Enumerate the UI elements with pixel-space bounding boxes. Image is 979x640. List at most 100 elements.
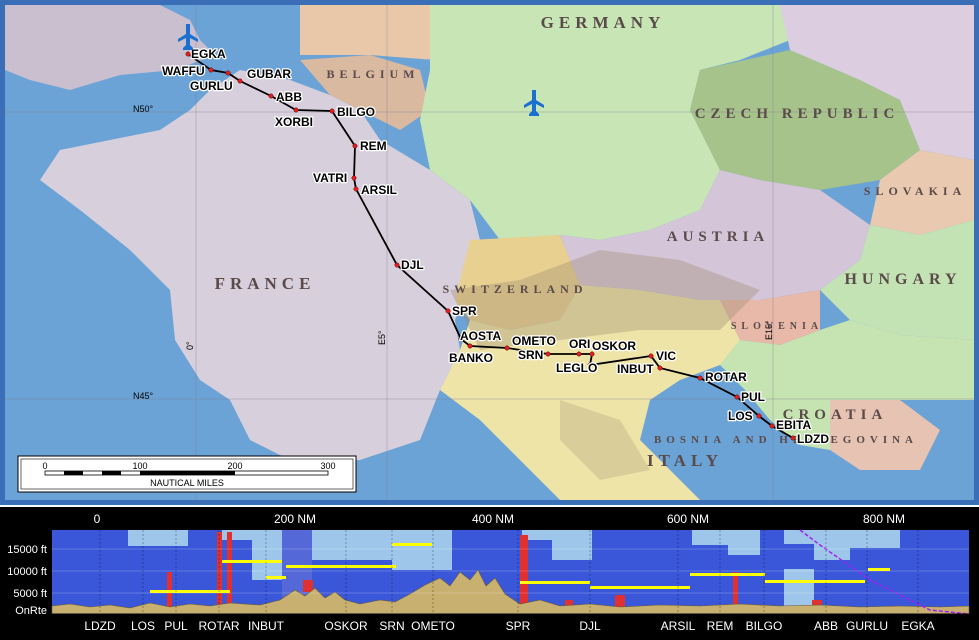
map-canvas[interactable]: N50°N45°0°E5° E15° GERMANYBELGIUMCZECH RE…: [5, 5, 974, 500]
country-label: FRANCE: [215, 274, 316, 293]
airport-icon[interactable]: [177, 24, 199, 50]
waypoint-label[interactable]: BANKO: [449, 351, 493, 365]
waypoint-marker[interactable]: [353, 186, 359, 192]
profile-waypoint-label[interactable]: LDZD: [84, 619, 116, 633]
altitude-tick-label: 15000 ft: [7, 544, 47, 556]
profile-waypoint-label[interactable]: EGKA: [901, 619, 934, 633]
distance-tick-label: 800 NM: [863, 512, 905, 526]
waypoint-marker[interactable]: [185, 51, 191, 57]
waypoint-label[interactable]: SPR: [452, 304, 477, 318]
altitude-tick-label: 10000 ft: [7, 566, 47, 578]
waypoint-marker[interactable]: [734, 394, 740, 400]
country-label: BOSNIA AND HERZEGOVINA: [654, 434, 918, 446]
vertical-profile[interactable]: 0 200 NM 400 NM 600 NM 800 NM 15000 ft 10000 …: [0, 507, 979, 640]
waypoint-label[interactable]: ROTAR: [705, 370, 747, 384]
waypoint-marker[interactable]: [657, 365, 663, 371]
profile-waypoint-label[interactable]: BILGO: [746, 619, 783, 633]
profile-canvas[interactable]: 0 200 NM 400 NM 600 NM 800 NM 15000 ft 10000 …: [0, 507, 979, 640]
waypoint-marker[interactable]: [329, 108, 335, 114]
profile-waypoint-label[interactable]: OSKOR: [324, 619, 368, 633]
waypoint-marker[interactable]: [467, 343, 473, 349]
waypoint-label[interactable]: LEGLO: [556, 361, 597, 375]
waypoint-label[interactable]: OSKOR: [592, 339, 636, 353]
waypoint-marker[interactable]: [208, 67, 214, 73]
profile-waypoint-label[interactable]: INBUT: [248, 619, 285, 633]
scale-caption: NAUTICAL MILES: [150, 478, 224, 488]
waypoint-marker[interactable]: [545, 351, 551, 357]
waypoint-label[interactable]: DJL: [401, 258, 424, 272]
waypoint-marker[interactable]: [225, 70, 231, 76]
waypoint-label[interactable]: VIC: [656, 349, 676, 363]
waypoint-label[interactable]: GURLU: [190, 79, 233, 93]
waypoint-label[interactable]: VATRI: [313, 171, 347, 185]
profile-waypoint-label[interactable]: ARSIL: [661, 619, 696, 633]
waypoint-label[interactable]: ABB: [276, 90, 302, 104]
altitude-tick-label: 5000 ft: [13, 588, 47, 600]
altitude-tick-label: OnRte: [15, 605, 47, 617]
scale-tick: 100: [132, 461, 147, 471]
profile-waypoint-label[interactable]: REM: [707, 619, 734, 633]
grid-label: 0°: [185, 341, 195, 350]
country-label: SLOVENIA: [731, 321, 823, 332]
profile-waypoint-label[interactable]: OMETO: [411, 619, 455, 633]
waypoint-marker[interactable]: [352, 143, 358, 149]
profile-waypoint-label[interactable]: ABB: [814, 619, 838, 633]
grid-label: N45°: [133, 391, 154, 401]
route-map[interactable]: N50° N45° 0° E5° E15° GERMANY BELGIUM CZECH RE…: [0, 0, 979, 505]
waypoint-label[interactable]: WAFFU: [162, 64, 205, 78]
profile-waypoint-label[interactable]: PUL: [164, 619, 188, 633]
waypoint-marker[interactable]: [237, 78, 243, 84]
country-label: GERMANY: [541, 13, 666, 32]
country-label: BELGIUM: [326, 67, 419, 81]
waypoint-marker[interactable]: [769, 423, 775, 429]
country-label: SLOVAKIA: [864, 184, 966, 198]
waypoint-marker[interactable]: [351, 175, 357, 181]
waypoint-label[interactable]: GUBAR: [247, 67, 291, 81]
waypoint-marker[interactable]: [697, 375, 703, 381]
waypoint-marker[interactable]: [394, 262, 400, 268]
waypoint-label[interactable]: LDZD: [797, 432, 829, 446]
waypoint-marker[interactable]: [445, 308, 451, 314]
waypoint-marker[interactable]: [756, 413, 762, 419]
waypoint-label[interactable]: PUL: [741, 390, 765, 404]
waypoint-label[interactable]: BILGO: [337, 105, 375, 119]
waypoint-label[interactable]: REM: [360, 139, 387, 153]
scale-tick: 200: [227, 461, 242, 471]
country-label: HUNGARY: [844, 271, 961, 288]
country-label: ITALY: [647, 451, 723, 470]
waypoint-label[interactable]: AOSTA: [460, 329, 501, 343]
waypoint-label[interactable]: LOS: [728, 409, 753, 423]
distance-tick-label: 600 NM: [667, 512, 709, 526]
distance-tick-label: 0: [94, 512, 101, 526]
distance-tick-label: 200 NM: [274, 512, 316, 526]
land-netherlands: [300, 5, 435, 60]
waypoint-label[interactable]: XORBI: [275, 115, 313, 129]
profile-waypoint-label[interactable]: GURLU: [846, 619, 888, 633]
waypoint-label[interactable]: EBITA: [776, 418, 811, 432]
waypoint-marker[interactable]: [504, 345, 510, 351]
profile-waypoint-label[interactable]: ROTAR: [198, 619, 239, 633]
grid-label: N50°: [133, 104, 154, 114]
waypoint-label[interactable]: INBUT: [617, 362, 654, 376]
waypoint-label[interactable]: ARSIL: [361, 183, 397, 197]
waypoint-marker[interactable]: [268, 93, 274, 99]
profile-waypoint-label[interactable]: SPR: [506, 619, 531, 633]
country-label: AUSTRIA: [667, 229, 770, 245]
country-label: CZECH REPUBLIC: [695, 106, 900, 122]
country-label: SWITZERLAND: [442, 282, 587, 296]
profile-waypoint-label[interactable]: SRN: [379, 619, 404, 633]
waypoint-label[interactable]: SRN: [518, 348, 543, 362]
scale-tick: 300: [320, 461, 335, 471]
waypoint-marker[interactable]: [648, 353, 654, 359]
profile-waypoint-label[interactable]: LOS: [131, 619, 155, 633]
waypoint-marker[interactable]: [790, 435, 796, 441]
waypoint-label[interactable]: OMETO: [512, 334, 556, 348]
airport-icon[interactable]: [523, 90, 545, 116]
waypoint-label[interactable]: ORI: [569, 337, 590, 351]
profile-waypoint-label[interactable]: DJL: [579, 619, 601, 633]
scale-bar: 0 100 200 300 NAUTICAL MILES: [17, 455, 357, 493]
grid-label: E5°: [377, 330, 387, 345]
scale-tick: 0: [42, 461, 47, 471]
waypoint-marker[interactable]: [576, 351, 582, 357]
waypoint-marker[interactable]: [293, 107, 299, 113]
